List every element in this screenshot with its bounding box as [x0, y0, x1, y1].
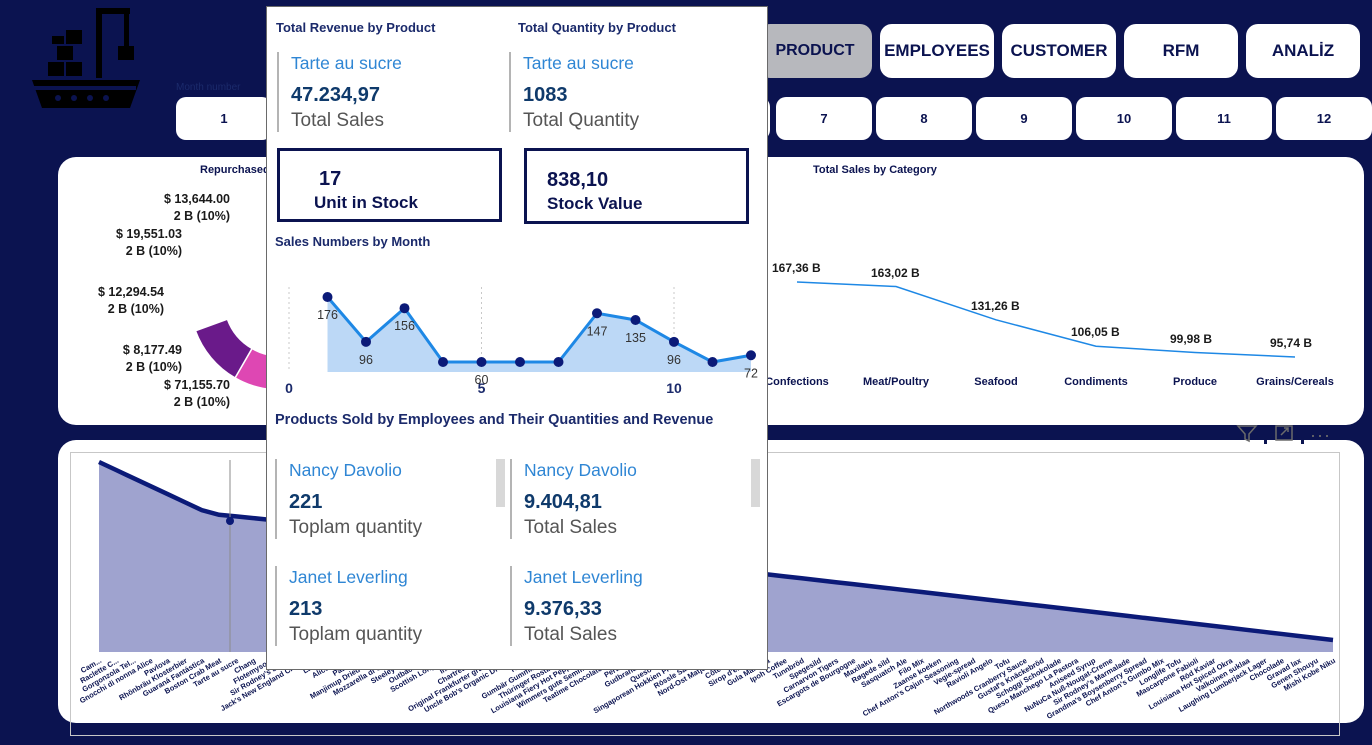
month-data-point[interactable] — [322, 292, 333, 302]
employee-sales-name-2: Janet Leverling — [524, 567, 643, 587]
revenue-by-product-title: Total Revenue by Product — [276, 20, 436, 35]
employee-sales-label-1: Total Sales — [524, 517, 617, 538]
month-data-label: 147 — [587, 324, 608, 338]
month-data-label: 96 — [667, 353, 681, 367]
employee-qty-label-2: Toplam quantity — [289, 624, 423, 645]
month-data-point[interactable] — [746, 350, 756, 361]
employee-qty-value-1: 221 — [289, 491, 323, 513]
month-data-point[interactable] — [361, 336, 371, 347]
month-data-point[interactable] — [592, 308, 602, 319]
employee-qty-name-1: Nancy Davolio — [289, 460, 402, 480]
employee-sales-value-1: 9.404,81 — [524, 491, 602, 513]
revenue-value: 47.234,97 — [291, 84, 380, 106]
month-axis-tick: 0 — [285, 380, 293, 396]
product-details-popup: Total Revenue by Product Total Quantity … — [266, 6, 768, 670]
month-data-label: 156 — [394, 319, 415, 333]
month-data-point[interactable] — [669, 336, 679, 347]
month-data-point[interactable] — [399, 303, 410, 314]
toolbar-divider — [1264, 426, 1267, 444]
month-data-point[interactable] — [630, 314, 641, 325]
employee-qty-value-2: 213 — [289, 598, 323, 620]
toolbar-divider — [1301, 426, 1304, 444]
month-data-point[interactable] — [438, 357, 448, 367]
stock-value-card: 838,10 Stock Value — [524, 148, 749, 224]
visual-toolbar: ··· — [1236, 424, 1366, 446]
month-data-label: 176 — [317, 308, 338, 322]
sales-by-month-title: Sales Numbers by Month — [275, 234, 431, 249]
month-data-point[interactable] — [707, 357, 718, 367]
month-data-point[interactable] — [553, 357, 564, 367]
unit-in-stock-value: 17 — [319, 168, 342, 190]
employee-sales-card-1: Nancy Davolio 9.404,81 Total Sales — [510, 459, 720, 539]
month-data-point[interactable] — [515, 357, 525, 367]
month-axis-tick: 10 — [666, 380, 682, 396]
employee-qty-scrollbar[interactable] — [496, 459, 505, 507]
quantity-by-product-title: Total Quantity by Product — [518, 20, 676, 35]
employee-sales-scrollbar[interactable] — [751, 459, 760, 507]
revenue-card: Tarte au sucre 47.234,97 Total Sales — [277, 52, 497, 132]
employee-qty-label-1: Toplam quantity — [289, 517, 423, 538]
quantity-product-name: Tarte au sucre — [523, 53, 634, 73]
unit-in-stock-label: Unit in Stock — [314, 193, 418, 212]
month-data-point[interactable] — [476, 357, 487, 367]
unit-in-stock-card: 17 Unit in Stock — [277, 148, 502, 222]
month-data-label: 96 — [359, 353, 373, 367]
month-data-label: 72 — [744, 366, 758, 380]
employee-sales-name-1: Nancy Davolio — [524, 460, 637, 480]
quantity-card: Tarte au sucre 1083 Total Quantity — [509, 52, 729, 132]
employee-qty-card-1: Nancy Davolio 221 Toplam quantity — [275, 459, 485, 539]
month-data-label: 135 — [625, 331, 646, 345]
revenue-product-name: Tarte au sucre — [291, 53, 402, 73]
revenue-label: Total Sales — [291, 110, 384, 131]
sales-by-month-chart: 0 5 10 1769615660147 1359672 — [285, 287, 758, 396]
employee-qty-name-2: Janet Leverling — [289, 567, 408, 587]
stock-value-label: Stock Value — [547, 194, 643, 213]
month-data-label: 60 — [475, 373, 489, 387]
quantity-label: Total Quantity — [523, 110, 640, 131]
employee-sales-value-2: 9.376,33 — [524, 598, 602, 620]
focus-mode-icon[interactable] — [1273, 423, 1295, 448]
stock-value-value: 838,10 — [547, 169, 609, 191]
employee-qty-card-2: Janet Leverling 213 Toplam quantity — [275, 566, 485, 646]
employees-sales-title: Products Sold by Employees and Their Qua… — [275, 412, 714, 428]
employee-sales-card-2: Janet Leverling 9.376,33 Total Sales — [510, 566, 720, 646]
quantity-value: 1083 — [523, 84, 568, 106]
filter-icon[interactable] — [1236, 423, 1258, 448]
employee-sales-label-2: Total Sales — [524, 624, 617, 645]
more-options-icon[interactable]: ··· — [1310, 426, 1331, 444]
